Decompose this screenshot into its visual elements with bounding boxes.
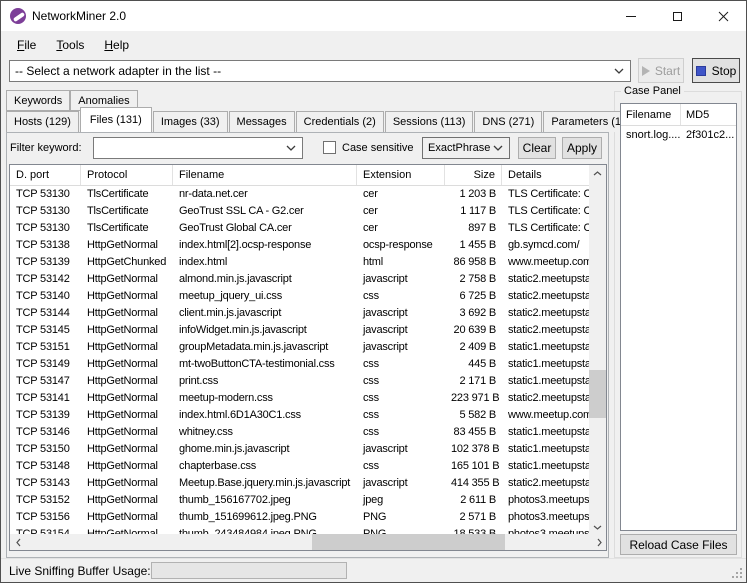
column-header-extension[interactable]: Extension [357, 165, 445, 185]
case-file-row[interactable]: snort.log.... 2f301c2... [621, 126, 736, 144]
table-row[interactable]: TCP 53156 HttpGetNormal thumb_151699612.… [10, 509, 591, 526]
maximize-icon [673, 12, 682, 21]
match-mode-value: ExactPhrase [428, 142, 490, 154]
statusbar: Live Sniffing Buffer Usage: [1, 558, 746, 582]
clear-button[interactable]: Clear [518, 137, 556, 159]
tab-dns[interactable]: DNS (271) [474, 111, 542, 132]
table-row[interactable]: TCP 53152 HttpGetNormal thumb_156167702.… [10, 492, 591, 509]
table-row[interactable]: TCP 53143 HttpGetNormal Meetup.Base.jque… [10, 475, 591, 492]
minimize-icon [626, 16, 636, 17]
tab-hosts[interactable]: Hosts (129) [6, 111, 79, 132]
close-button[interactable] [700, 1, 746, 31]
chevron-down-icon [614, 68, 624, 74]
case-sensitive-checkbox[interactable] [323, 141, 336, 154]
apply-button[interactable]: Apply [562, 137, 602, 159]
reload-case-files-button[interactable]: Reload Case Files [620, 534, 737, 555]
scroll-right-icon[interactable] [591, 534, 607, 550]
network-adapter-select[interactable]: -- Select a network adapter in the list … [9, 60, 631, 82]
case-sensitive-label: Case sensitive [342, 142, 414, 154]
resize-grip-icon[interactable] [740, 576, 742, 578]
table-row[interactable]: TCP 53151 HttpGetNormal groupMetadata.mi… [10, 339, 591, 356]
chevron-down-icon [493, 145, 503, 151]
table-row[interactable]: TCP 53144 HttpGetNormal client.min.js.ja… [10, 305, 591, 322]
scroll-left-icon[interactable] [10, 534, 27, 550]
stop-button-label: Stop [712, 64, 737, 78]
case-panel-title: Case Panel [621, 85, 684, 97]
table-row[interactable]: TCP 53141 HttpGetNormal meetup-modern.cs… [10, 390, 591, 407]
horizontal-scrollbar-thumb[interactable] [312, 534, 505, 550]
column-header-dport[interactable]: D. port [10, 165, 81, 185]
adapter-selected-value: -- Select a network adapter in the list … [15, 64, 221, 78]
column-header-filename[interactable]: Filename [173, 165, 357, 185]
chevron-down-icon [286, 145, 296, 151]
start-icon [642, 66, 650, 76]
table-row[interactable]: TCP 53139 HttpGetChunked index.html html… [10, 254, 591, 271]
column-header-case-filename[interactable]: Filename [621, 104, 681, 125]
maximize-button[interactable] [654, 1, 700, 31]
files-table-header: D. port Protocol Filename Extension Size… [10, 165, 606, 186]
table-row[interactable]: TCP 53140 HttpGetNormal meetup_jquery_ui… [10, 288, 591, 305]
case-file-md5: 2f301c2... [681, 126, 736, 144]
tab-messages[interactable]: Messages [229, 111, 295, 132]
menubar: File Tools Help [1, 31, 746, 58]
table-row[interactable]: TCP 53150 HttpGetNormal ghome.min.js.jav… [10, 441, 591, 458]
column-header-case-md5[interactable]: MD5 [681, 104, 736, 125]
menu-tools[interactable]: Tools [46, 34, 94, 56]
sniffing-buffer-label: Live Sniffing Buffer Usage: [9, 564, 151, 578]
table-row[interactable]: TCP 53148 HttpGetNormal chapterbase.css … [10, 458, 591, 475]
start-button-label: Start [655, 64, 680, 78]
window-title: NetworkMiner 2.0 [32, 9, 126, 23]
networkminer-window: NetworkMiner 2.0 File Tools Help -- Sele… [0, 0, 747, 583]
filter-keyword-label: Filter keyword: [10, 142, 82, 154]
column-header-size[interactable]: Size [445, 165, 502, 185]
app-logo-icon [10, 8, 26, 24]
files-table-body: TCP 53130 TlsCertificate nr-data.net.cer… [10, 186, 591, 536]
scroll-up-icon[interactable] [589, 165, 606, 182]
menu-help[interactable]: Help [94, 34, 139, 56]
tab-files[interactable]: Files (131) [80, 107, 152, 132]
table-row[interactable]: TCP 53130 TlsCertificate GeoTrust SSL CA… [10, 203, 591, 220]
case-files-list: Filename MD5 snort.log.... 2f301c2... [620, 103, 737, 531]
files-table: D. port Protocol Filename Extension Size… [9, 164, 607, 551]
menu-file[interactable]: File [7, 34, 46, 56]
tab-images[interactable]: Images (33) [153, 111, 228, 132]
table-row[interactable]: TCP 53130 TlsCertificate GeoTrust Global… [10, 220, 591, 237]
match-mode-select[interactable]: ExactPhrase [422, 137, 510, 159]
vertical-scrollbar[interactable] [589, 165, 606, 536]
close-icon [718, 11, 729, 22]
filter-keyword-input[interactable] [93, 137, 303, 159]
sniffing-buffer-progressbar [151, 562, 347, 579]
vertical-scrollbar-thumb[interactable] [589, 370, 606, 418]
column-header-protocol[interactable]: Protocol [81, 165, 173, 185]
tab-strip-lower: Hosts (129) Files (131) Images (33) Mess… [6, 111, 651, 132]
table-row[interactable]: TCP 53142 HttpGetNormal almond.min.js.ja… [10, 271, 591, 288]
start-button[interactable]: Start [638, 58, 684, 83]
table-row[interactable]: TCP 53130 TlsCertificate nr-data.net.cer… [10, 186, 591, 203]
table-row[interactable]: TCP 53139 HttpGetNormal index.html.6D1A3… [10, 407, 591, 424]
table-row[interactable]: TCP 53138 HttpGetNormal index.html[2].oc… [10, 237, 591, 254]
table-row[interactable]: TCP 53146 HttpGetNormal whitney.css css … [10, 424, 591, 441]
table-row[interactable]: TCP 53147 HttpGetNormal print.css css 2 … [10, 373, 591, 390]
case-list-header: Filename MD5 [621, 104, 736, 126]
titlebar: NetworkMiner 2.0 [1, 1, 746, 31]
table-row[interactable]: TCP 53149 HttpGetNormal mt-twoButtonCTA-… [10, 356, 591, 373]
case-file-name: snort.log.... [621, 126, 681, 144]
table-row[interactable]: TCP 53145 HttpGetNormal infoWidget.min.j… [10, 322, 591, 339]
tab-credentials[interactable]: Credentials (2) [296, 111, 384, 132]
stop-button[interactable]: Stop [692, 58, 740, 83]
horizontal-scrollbar[interactable] [10, 534, 607, 550]
stop-icon [696, 66, 706, 76]
tab-keywords[interactable]: Keywords [6, 90, 70, 111]
minimize-button[interactable] [608, 1, 654, 31]
tab-sessions[interactable]: Sessions (113) [385, 111, 474, 132]
